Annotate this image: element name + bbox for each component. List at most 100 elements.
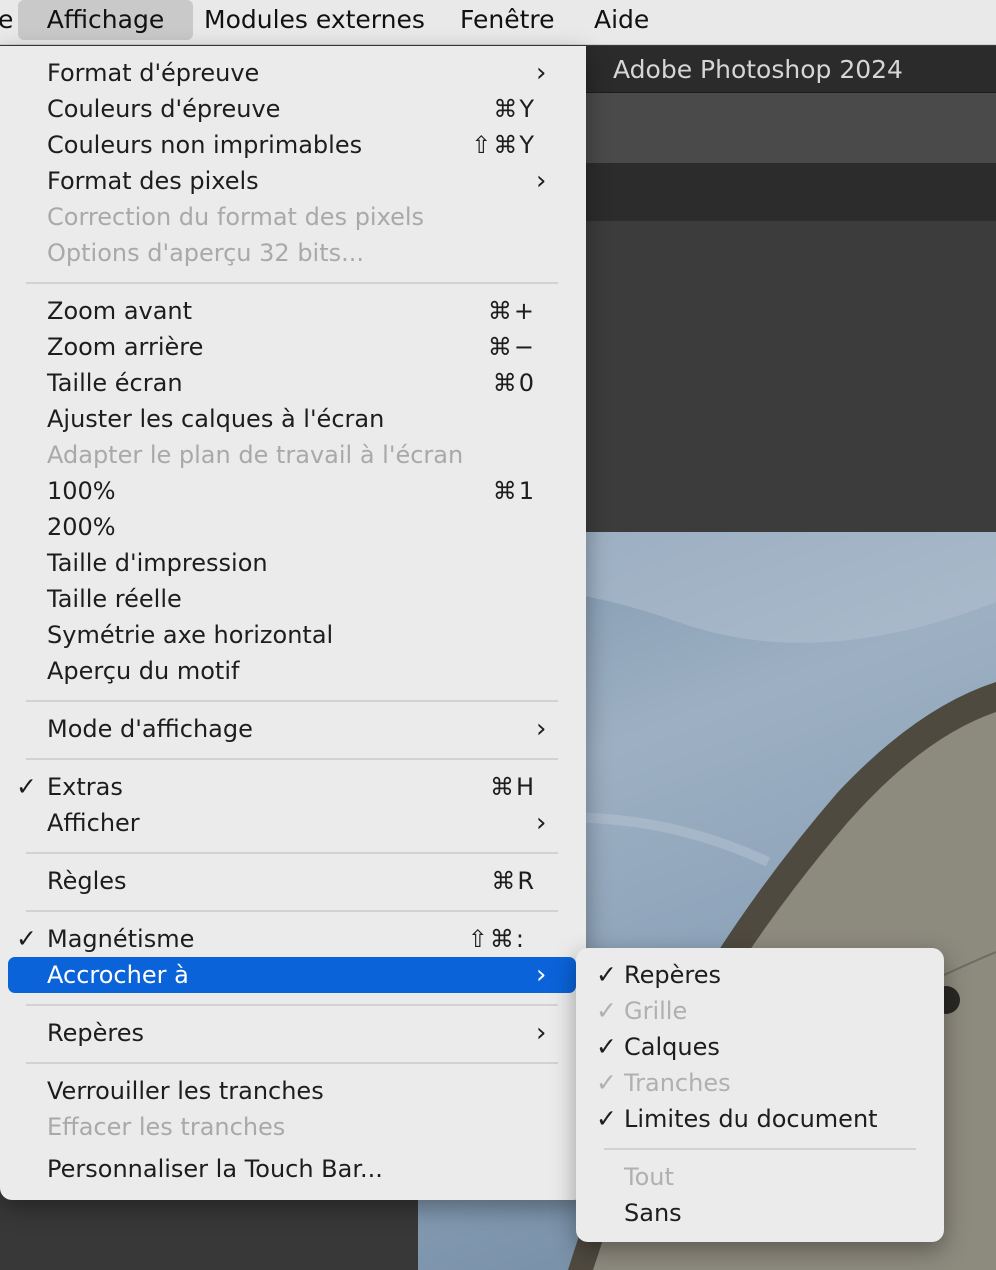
menu-item-100-percent[interactable]: 100% ⌘1 [0, 473, 586, 509]
submenu-item-label: Repères [624, 961, 721, 989]
menu-item-verrouiller-tranches[interactable]: Verrouiller les tranches [0, 1073, 586, 1109]
checkmark-icon: ✓ [596, 1104, 617, 1133]
menu-item-label: Personnaliser la Touch Bar... [47, 1155, 383, 1183]
menu-bar-item-edition[interactable]: e [0, 0, 13, 40]
menu-item-label: Taille réelle [47, 585, 182, 613]
menu-item-personnaliser-touch-bar[interactable]: Personnaliser la Touch Bar... [0, 1151, 586, 1187]
options-bar [580, 93, 996, 163]
submenu-item-label: Grille [624, 997, 688, 1025]
submenu-item-label: Calques [624, 1033, 720, 1061]
menu-item-label: Règles [47, 867, 127, 895]
menu-item-regles[interactable]: Règles ⌘R [0, 863, 586, 899]
menu-item-label: Zoom arrière [47, 333, 204, 361]
submenu-item-tranches: ✓ Tranches [576, 1065, 944, 1101]
menu-item-label: Symétrie axe horizontal [47, 621, 334, 649]
menu-separator [26, 1004, 558, 1006]
menu-item-correction-format-pixels: Correction du format des pixels [0, 199, 586, 235]
menu-separator [26, 1062, 558, 1064]
menu-item-format-pixels[interactable]: Format des pixels › [0, 163, 586, 199]
menu-bar: e Affichage Modules externes Fenêtre Aid… [0, 0, 996, 45]
menu-item-taille-reelle[interactable]: Taille réelle [0, 581, 586, 617]
menu-bar-item-fenetre[interactable]: Fenêtre [460, 0, 555, 40]
submenu-item-label: Tout [624, 1163, 674, 1191]
menu-item-label: 100% [47, 477, 116, 505]
chevron-right-icon: › [536, 58, 547, 88]
menu-item-couleurs-epreuve[interactable]: Couleurs d'épreuve ⌘Y [0, 91, 586, 127]
menu-item-label: 200% [47, 513, 116, 541]
menu-item-label: Couleurs non imprimables [47, 131, 363, 159]
checkmark-icon: ✓ [16, 772, 37, 801]
submenu-item-grille: ✓ Grille [576, 993, 944, 1029]
menu-bar-item-aide[interactable]: Aide [594, 0, 649, 40]
menu-item-extras[interactable]: ✓ Extras ⌘H [0, 769, 586, 805]
document-tab-bar [580, 163, 996, 221]
window-title: Adobe Photoshop 2024 [613, 55, 903, 84]
menu-item-couleurs-non-imprimables[interactable]: Couleurs non imprimables ⇧⌘Y [0, 127, 586, 163]
menu-item-label: Repères [47, 1019, 144, 1047]
menu-bar-item-affichage[interactable]: Affichage [18, 0, 193, 40]
menu-separator [26, 910, 558, 912]
menu-item-label: Magnétisme [47, 925, 195, 953]
menu-item-taille-ecran[interactable]: Taille écran ⌘0 [0, 365, 586, 401]
menu-separator [26, 282, 558, 284]
submenu-item-sans[interactable]: Sans [576, 1195, 944, 1231]
menu-item-taille-impression[interactable]: Taille d'impression [0, 545, 586, 581]
menu-item-mode-affichage[interactable]: Mode d'affichage › [0, 711, 586, 747]
menu-item-label: Options d'aperçu 32 bits... [47, 239, 365, 267]
menu-item-200-percent[interactable]: 200% [0, 509, 586, 545]
checkmark-icon: ✓ [596, 1068, 617, 1097]
menu-item-label: Adapter le plan de travail à l'écran [47, 441, 464, 469]
menu-item-adapter-plan-travail: Adapter le plan de travail à l'écran [0, 437, 586, 473]
menu-item-label: Accrocher à [47, 961, 189, 989]
menu-item-label: Ajuster les calques à l'écran [47, 405, 385, 433]
menu-item-zoom-avant[interactable]: Zoom avant ⌘+ [0, 293, 586, 329]
chevron-right-icon: › [536, 166, 547, 196]
checkmark-icon: ✓ [16, 924, 37, 953]
shortcut-label: ⌘− [487, 333, 536, 361]
menu-item-label: Couleurs d'épreuve [47, 95, 281, 123]
menu-item-accrocher-a[interactable]: Accrocher à › [8, 957, 576, 993]
shortcut-label: ⌘1 [492, 477, 536, 505]
menu-item-label: Format d'épreuve [47, 59, 260, 87]
menu-item-apercu-motif[interactable]: Aperçu du motif [0, 653, 586, 689]
submenu-item-tout: Tout [576, 1159, 944, 1195]
submenu-item-limites-document[interactable]: ✓ Limites du document [576, 1101, 944, 1137]
window-title-bar: Adobe Photoshop 2024 [580, 46, 996, 93]
menu-item-label: Aperçu du motif [47, 657, 240, 685]
menu-item-afficher[interactable]: Afficher › [0, 805, 586, 841]
shortcut-label: ⇧⌘: [467, 925, 526, 953]
submenu-separator [604, 1148, 916, 1150]
menu-item-label: Verrouiller les tranches [47, 1077, 324, 1105]
shortcut-label: ⌘Y [493, 95, 536, 123]
submenu-item-label: Limites du document [624, 1105, 878, 1133]
menu-item-label: Effacer les tranches [47, 1113, 286, 1141]
menu-item-options-apercu-32-bits: Options d'aperçu 32 bits... [0, 235, 586, 271]
menu-item-format-epreuve[interactable]: Format d'épreuve › [0, 55, 586, 91]
menu-item-reperes[interactable]: Repères › [0, 1015, 586, 1051]
menu-separator [26, 852, 558, 854]
submenu-item-reperes[interactable]: ✓ Repères [576, 957, 944, 993]
menu-item-ajuster-calques-ecran[interactable]: Ajuster les calques à l'écran [0, 401, 586, 437]
menu-item-zoom-arriere[interactable]: Zoom arrière ⌘− [0, 329, 586, 365]
menu-bar-item-modules-externes[interactable]: Modules externes [204, 0, 425, 40]
menu-item-label: Taille écran [47, 369, 183, 397]
submenu-item-calques[interactable]: ✓ Calques [576, 1029, 944, 1065]
checkmark-icon: ✓ [596, 996, 617, 1025]
menu-separator [26, 758, 558, 760]
menu-item-effacer-tranches: Effacer les tranches [0, 1109, 586, 1145]
shortcut-label: ⌘R [491, 867, 536, 895]
checkmark-icon: ✓ [596, 960, 617, 989]
shortcut-label: ⌘+ [487, 297, 536, 325]
checkmark-icon: ✓ [596, 1032, 617, 1061]
workspace-area [580, 221, 996, 532]
menu-item-label: Mode d'affichage [47, 715, 253, 743]
chevron-right-icon: › [536, 1018, 547, 1048]
menu-item-label: Correction du format des pixels [47, 203, 425, 231]
menu-item-magnetisme[interactable]: ✓ Magnétisme ⇧⌘: [0, 921, 586, 957]
workspace-left [0, 1200, 418, 1270]
shortcut-label: ⌘0 [492, 369, 536, 397]
submenu-item-label: Sans [624, 1199, 682, 1227]
chevron-right-icon: › [536, 714, 547, 744]
menu-item-symetrie-axe-horizontal[interactable]: Symétrie axe horizontal [0, 617, 586, 653]
menu-separator [26, 700, 558, 702]
